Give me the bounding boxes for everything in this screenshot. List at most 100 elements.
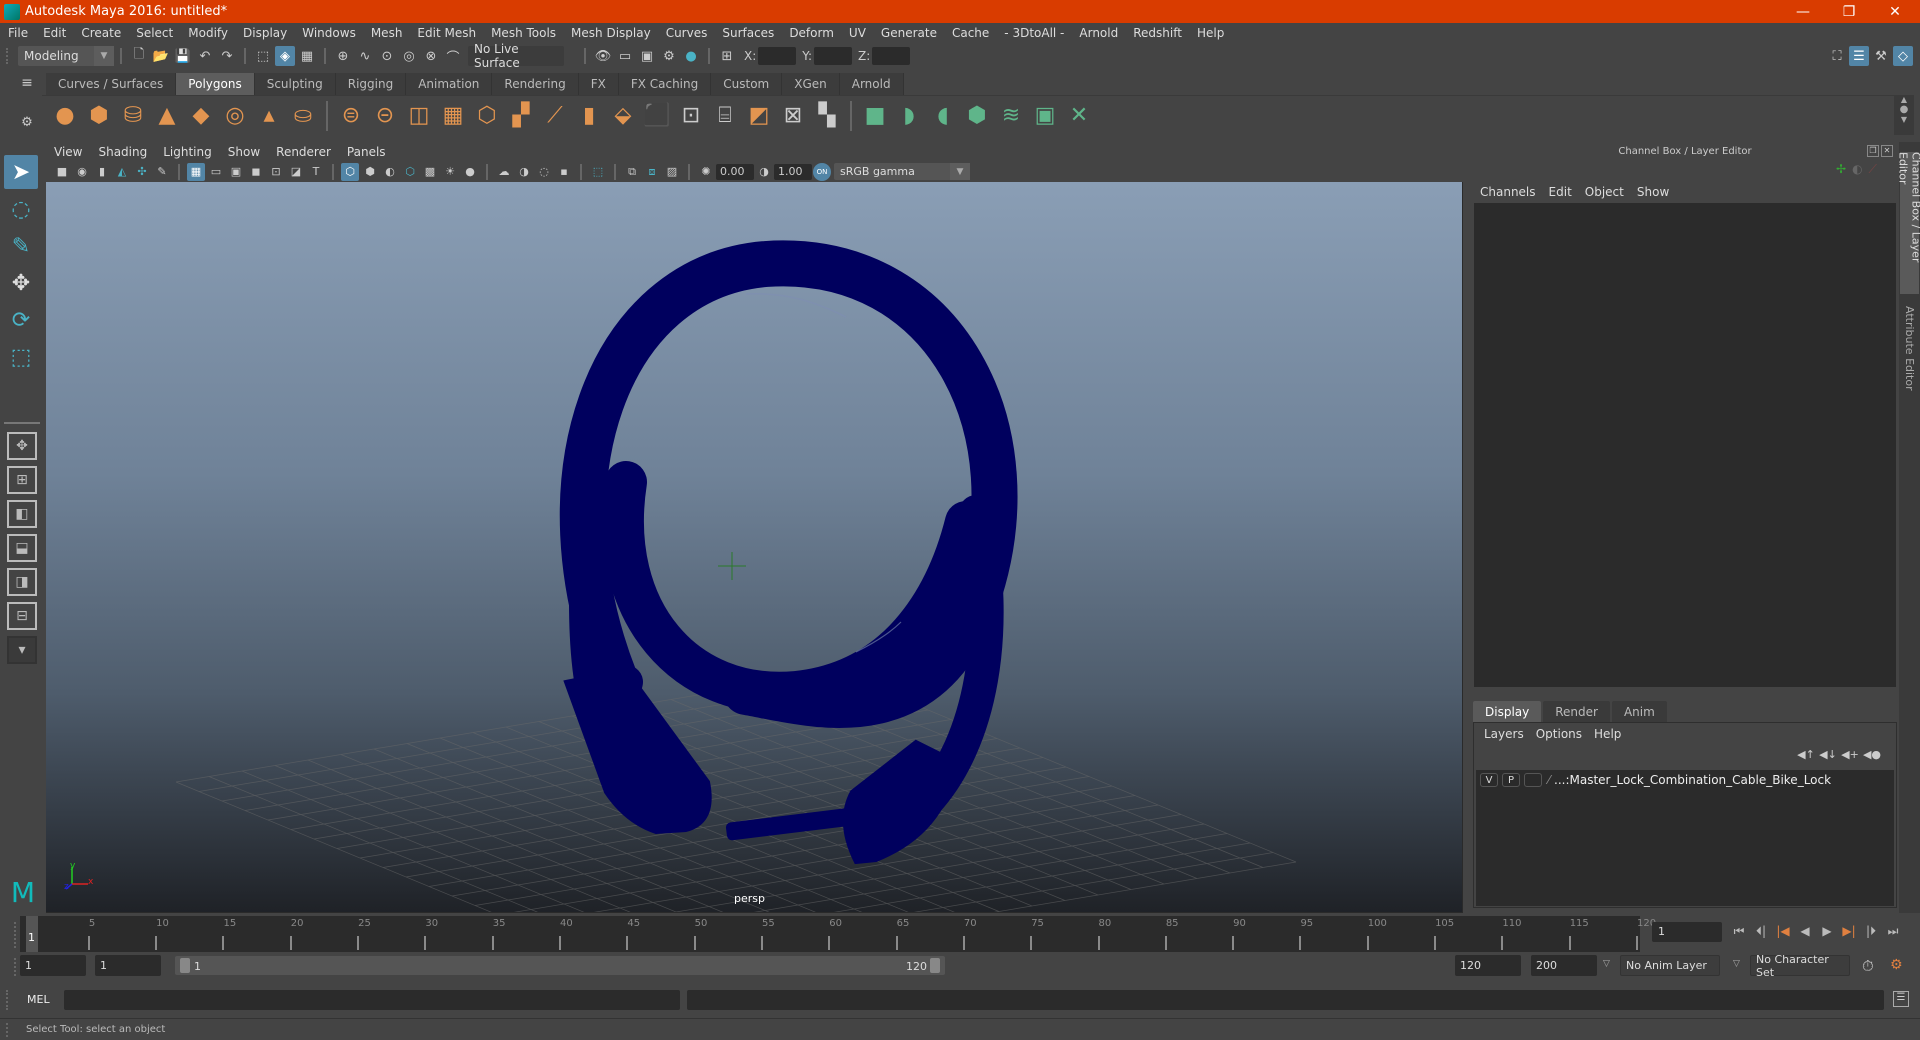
shelf-tab-rendering[interactable]: Rendering (492, 73, 579, 95)
menu-select[interactable]: Select (128, 26, 180, 40)
menu-mesh-display[interactable]: Mesh Display (563, 26, 658, 40)
xray-joints-icon[interactable]: ⧉ (623, 163, 641, 181)
extract-icon[interactable]: ⬡ (473, 102, 501, 130)
new-layer-icon[interactable]: ◀+ (1839, 748, 1861, 761)
shelf-tab-rigging[interactable]: Rigging (335, 73, 407, 95)
custom-layout-icon[interactable]: ⊟ (7, 602, 37, 630)
go-to-start-icon[interactable]: ⏮ (1728, 921, 1750, 941)
anim-layer-dropdown[interactable]: No Anim Layer (1620, 955, 1720, 976)
isolate-select-icon[interactable]: ⬚ (589, 163, 607, 181)
menu-mesh[interactable]: Mesh (363, 26, 410, 40)
combine-icon[interactable]: ⊜ (337, 102, 365, 130)
select-component-icon[interactable]: ▦ (297, 46, 317, 66)
menu-generate[interactable]: Generate (873, 26, 944, 40)
manipulator-icon[interactable]: ✢ (1836, 162, 1846, 177)
planar-uv-icon[interactable]: ■ (861, 102, 889, 130)
select-hierarchy-icon[interactable]: ⬚ (253, 46, 273, 66)
menu-create[interactable]: Create (73, 26, 128, 40)
perspective-viewport[interactable] (46, 182, 1462, 912)
move-layer-down-icon[interactable]: ◀↓ (1817, 748, 1839, 761)
shelf-tab-curves-surfaces[interactable]: Curves / Surfaces (46, 73, 177, 95)
float-panel-icon[interactable]: ❐ (1867, 145, 1879, 157)
shelf-settings-icon[interactable]: ⚙ (16, 115, 38, 135)
shelf-menu-icon[interactable]: ≡ (16, 75, 38, 95)
vp-menu-panels[interactable]: Panels (339, 145, 394, 159)
menu-uv[interactable]: UV (841, 26, 873, 40)
vp-menu-show[interactable]: Show (220, 145, 268, 159)
z-field[interactable] (872, 47, 911, 65)
bookmark-icon[interactable]: ▮ (93, 163, 111, 181)
redo-icon[interactable]: ↷ (217, 46, 237, 66)
side-tab-attribute-editor[interactable]: Attribute Editor (1900, 298, 1919, 398)
time-slider[interactable]: 5 10 15 20 25 30 35 40 45 50 55 60 65 70 75 80 85 90 95 100… (20, 916, 1656, 952)
status-line-grip[interactable] (6, 48, 12, 64)
menu-edit-mesh[interactable]: Edit Mesh (409, 26, 483, 40)
film-gate-icon[interactable]: ▭ (207, 163, 225, 181)
range-start-handle[interactable] (180, 958, 190, 973)
color-management-toggle[interactable]: ON (813, 162, 831, 181)
step-back-key-icon[interactable]: |◀ (1772, 921, 1794, 941)
2d-pan-zoom-icon[interactable]: ✣ (133, 163, 151, 181)
vp-menu-view[interactable]: View (46, 145, 90, 159)
channel-box-body[interactable] (1474, 203, 1896, 687)
command-language-label[interactable]: MEL (27, 993, 50, 1006)
hyper-icon[interactable]: ⟋ (1869, 162, 1877, 177)
lasso-tool-icon[interactable]: ◌ (4, 192, 38, 226)
cb-menu-object[interactable]: Object (1580, 185, 1632, 199)
menu-help[interactable]: Help (1189, 26, 1231, 40)
undo-icon[interactable]: ↶ (195, 46, 215, 66)
snap-surface-icon[interactable]: ⌒ (443, 46, 463, 66)
scroll-thumb[interactable]: ● (1894, 104, 1914, 115)
y-field[interactable] (814, 47, 853, 65)
anti-aliasing-icon[interactable]: ◌ (535, 163, 553, 181)
snap-view-plane-icon[interactable]: ◎ (399, 46, 419, 66)
boolean-icon[interactable]: ▞ (507, 102, 535, 130)
hypershade-icon[interactable]: ● (681, 46, 701, 66)
x-field[interactable] (758, 47, 797, 65)
fill-hole-icon[interactable]: ▚ (813, 102, 841, 130)
scale-tool-icon[interactable]: ⬚ (4, 340, 38, 374)
auto-key-icon[interactable]: ⏱ (1862, 957, 1874, 975)
le-menu-options[interactable]: Options (1532, 727, 1590, 741)
automatic-uv-icon[interactable]: ⬢ (963, 102, 991, 130)
range-slider[interactable] (175, 956, 945, 975)
shelf-tab-sculpting[interactable]: Sculpting (254, 73, 336, 95)
uv-editor-icon[interactable]: ▣ (1031, 102, 1059, 130)
range-end-handle[interactable] (930, 958, 940, 973)
layer-editor-toggle-icon[interactable]: ◇ (1893, 46, 1913, 66)
menu-redshift[interactable]: Redshift (1125, 26, 1189, 40)
character-set-dropdown[interactable]: No Character Set (1750, 953, 1850, 979)
shelf-tab-fx[interactable]: FX (578, 73, 619, 95)
smooth-shade-icon[interactable]: ⬢ (361, 163, 379, 181)
snap-live-icon[interactable]: ⊗ (421, 46, 441, 66)
new-layer-selected-icon[interactable]: ◀● (1861, 748, 1883, 761)
rotate-tool-icon[interactable]: ⟳ (4, 303, 38, 337)
select-tool-icon[interactable]: ➤ (4, 155, 38, 189)
gamma-field[interactable]: 1.00 (774, 163, 812, 180)
exposure-icon[interactable]: ✺ (697, 163, 715, 181)
close-panel-icon[interactable]: ✕ (1881, 145, 1893, 157)
single-perspective-layout-icon[interactable]: ✥ (7, 432, 37, 460)
layout-uv-icon[interactable]: ✕ (1065, 102, 1093, 130)
restore-button[interactable]: ❐ (1826, 0, 1872, 23)
select-object-icon[interactable]: ◈ (275, 46, 295, 66)
channel-box-toggle-icon[interactable]: ☰ (1849, 46, 1869, 66)
render-settings-icon[interactable]: ⚙ (659, 46, 679, 66)
smooth-icon[interactable]: ▦ (439, 102, 467, 130)
safe-title-icon[interactable]: T (307, 163, 325, 181)
new-scene-icon[interactable]: 🗋 (129, 46, 149, 66)
menu-mesh-tools[interactable]: Mesh Tools (483, 26, 563, 40)
wireframe-icon[interactable]: ⬡ (341, 162, 359, 181)
poly-sphere-icon[interactable]: ● (51, 102, 79, 130)
step-forward-key-icon[interactable]: ▶| (1838, 921, 1860, 941)
persp-graph-layout-icon[interactable]: ⬓ (7, 534, 37, 562)
layer-display-type-toggle[interactable] (1524, 773, 1542, 787)
menuset-dropdown[interactable]: Modeling ▼ (18, 46, 114, 66)
open-scene-icon[interactable]: 📂 (151, 46, 171, 66)
le-menu-layers[interactable]: Layers (1480, 727, 1532, 741)
ipr-render-icon[interactable]: ▣ (637, 46, 657, 66)
layer-tab-render[interactable]: Render (1543, 701, 1610, 722)
motion-blur-icon[interactable]: ◑ (515, 163, 533, 181)
more-layouts-icon[interactable]: ▾ (7, 636, 37, 664)
step-forward-frame-icon[interactable]: |⏵ (1860, 921, 1882, 941)
